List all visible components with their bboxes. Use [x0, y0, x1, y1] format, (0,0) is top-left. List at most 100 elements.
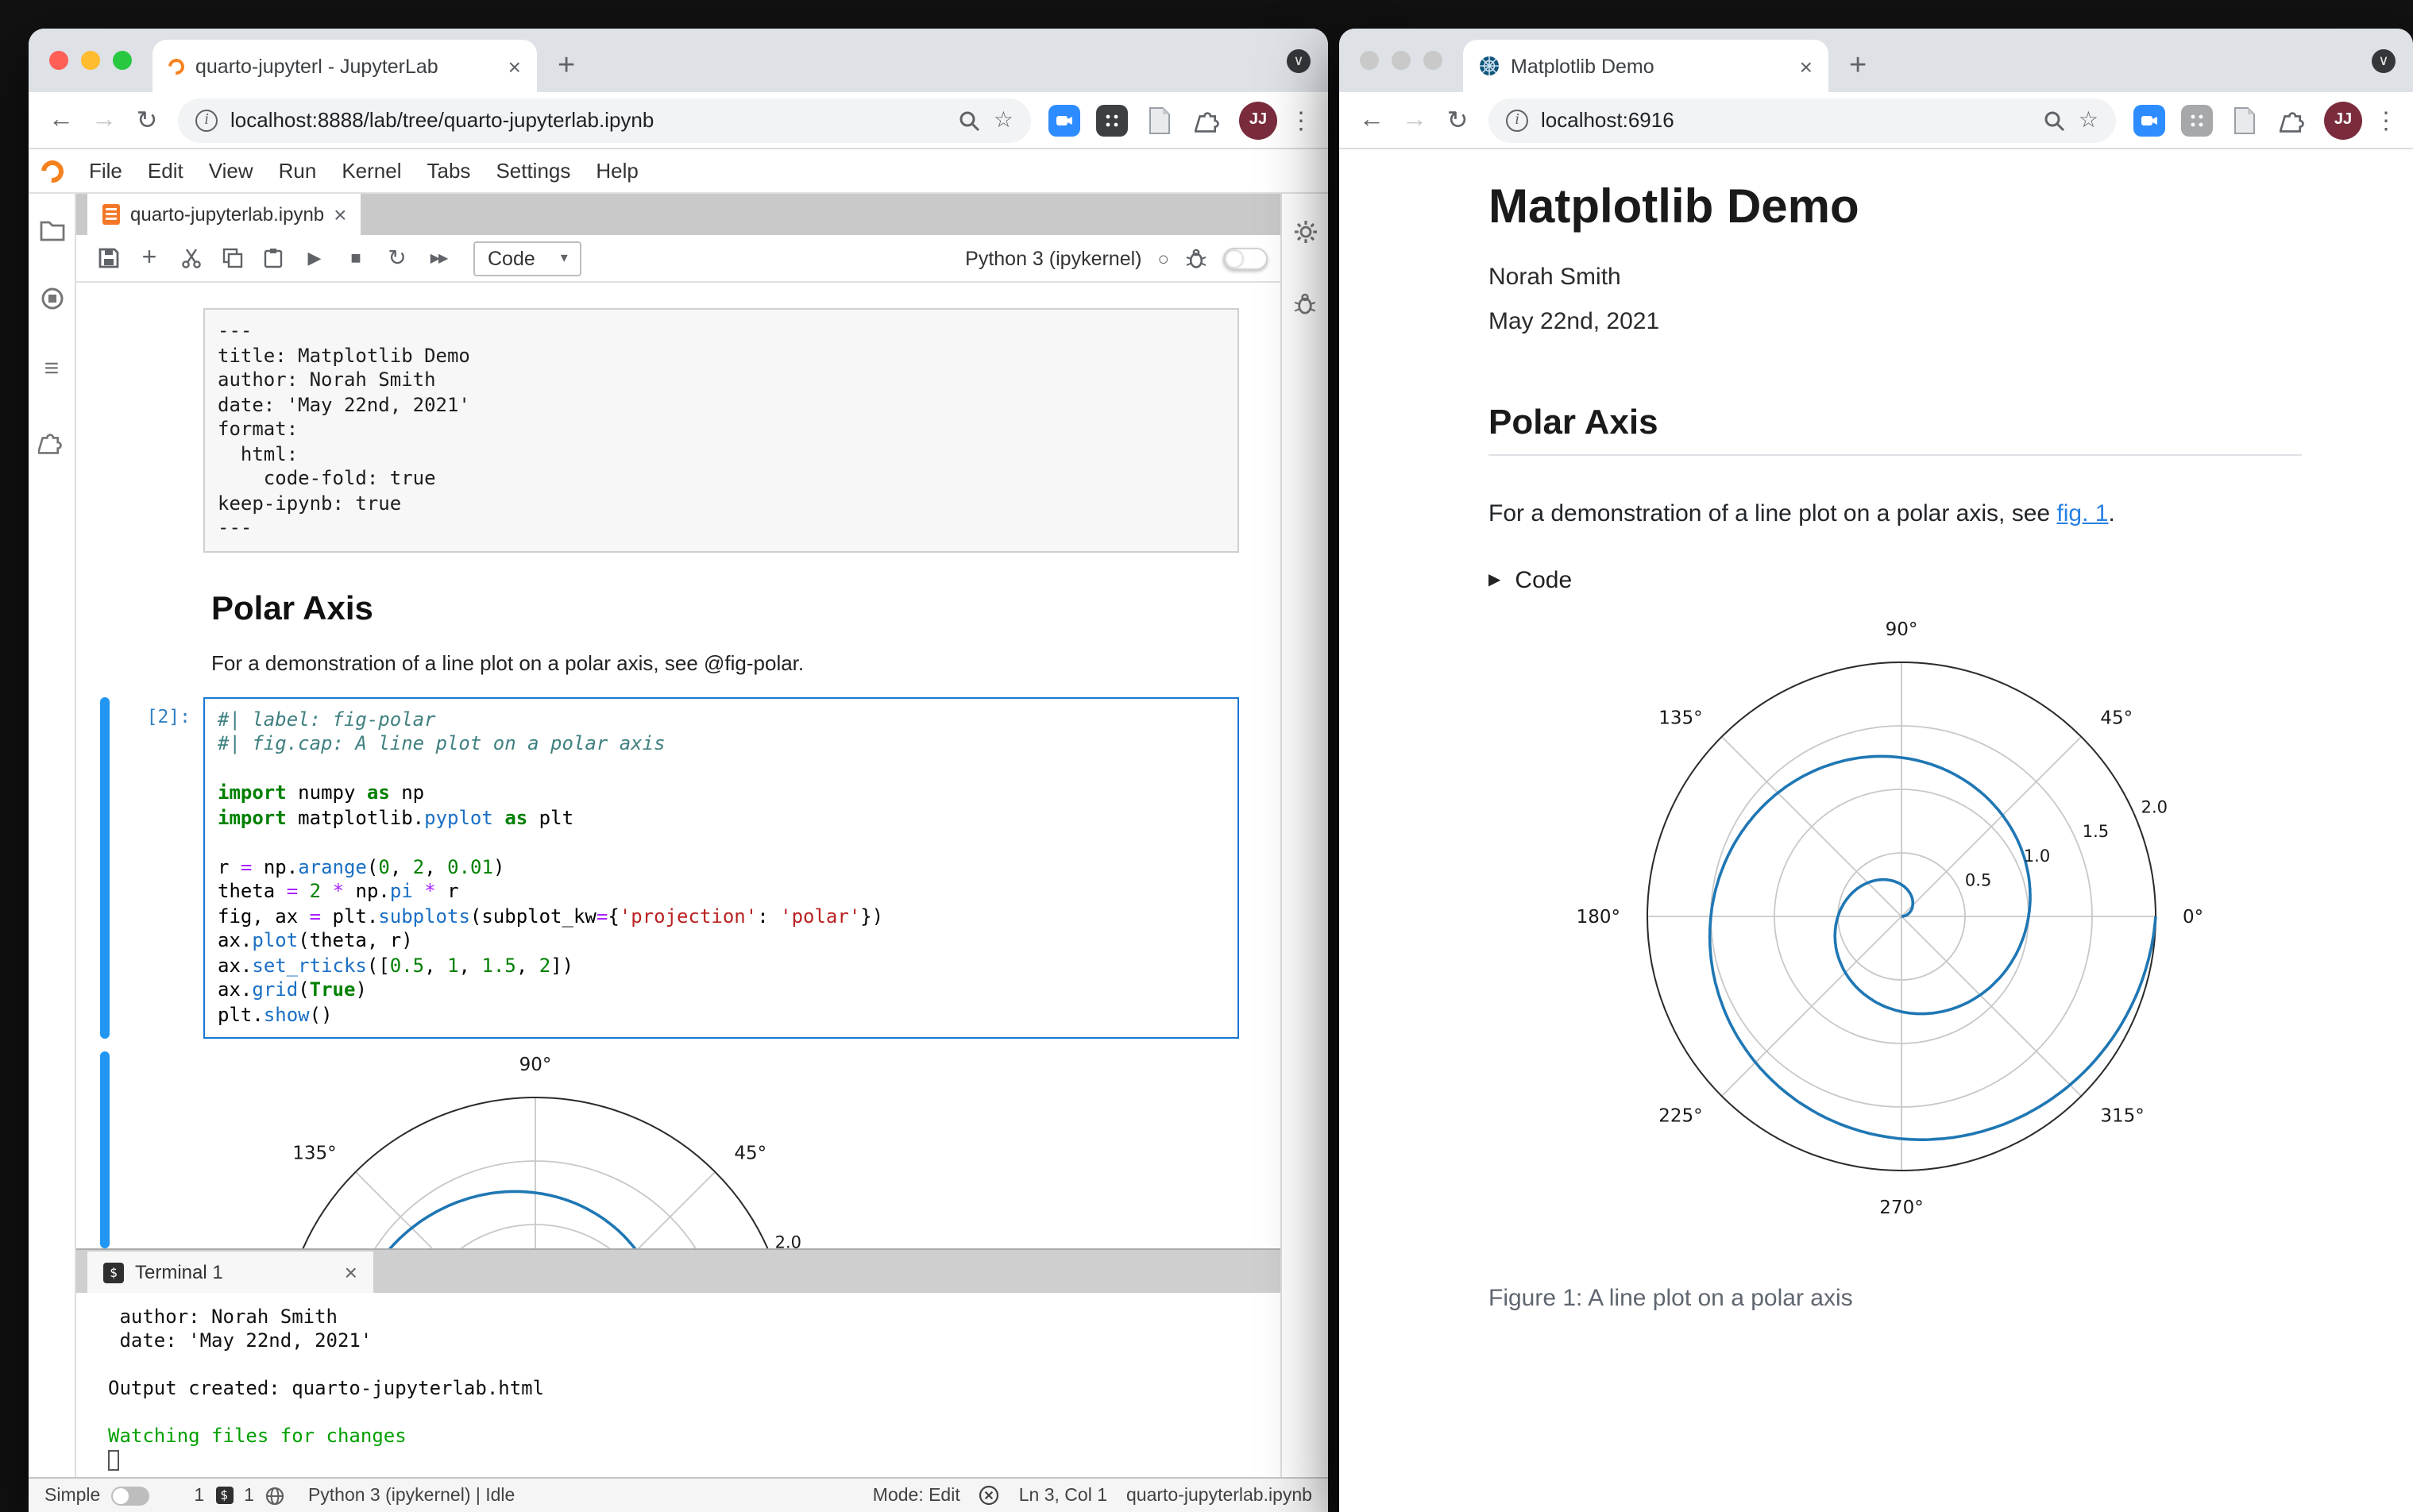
back-icon[interactable]: ← [43, 106, 79, 134]
new-tab-button[interactable]: + [558, 51, 575, 81]
close-notebook-tab-icon[interactable]: × [334, 203, 346, 226]
extension-dark-icon[interactable] [2179, 102, 2214, 137]
simple-mode-toggle[interactable] [111, 1486, 150, 1505]
figure-link[interactable]: fig. 1 [2056, 500, 2108, 527]
back-icon[interactable]: ← [1353, 106, 1390, 134]
search-icon[interactable] [959, 109, 981, 131]
address-bar[interactable]: i localhost:8888/lab/tree/quarto-jupyter… [178, 98, 1031, 142]
site-info-icon[interactable]: i [1506, 109, 1528, 131]
cursor-position[interactable]: Ln 3, Col 1 [1019, 1486, 1107, 1505]
address-bar[interactable]: i localhost:6916 ☆ [1488, 98, 2116, 142]
toolbar-toggle-switch[interactable] [1223, 247, 1268, 269]
page-title: Matplotlib Demo [1488, 181, 1859, 233]
file-browser-icon[interactable] [39, 219, 64, 241]
notebook-content[interactable]: --- title: Matplotlib Demo author: Norah S… [76, 283, 1280, 1248]
extension-manager-icon[interactable] [38, 429, 65, 456]
terminals-count[interactable]: 1 [194, 1486, 204, 1505]
url-text[interactable]: localhost:6916 [1541, 108, 2031, 132]
restart-kernel-button[interactable]: ↻ [378, 245, 416, 272]
close-tab-icon[interactable]: × [508, 55, 521, 77]
kernel-status-icon: ○ [1157, 247, 1170, 269]
url-text[interactable]: localhost:8888/lab/tree/quarto-jupyterla… [230, 108, 946, 132]
terminal-output[interactable]: author: Norah Smith date: 'May 22nd, 202… [76, 1293, 1280, 1477]
browser-tab-matplotlib-demo[interactable]: Matplotlib Demo × [1463, 40, 1828, 92]
kernel-name-button[interactable]: Python 3 (ipykernel) [965, 247, 1141, 269]
minimize-window-button[interactable] [1392, 51, 1411, 70]
new-tab-button[interactable]: + [1849, 51, 1867, 81]
tab-search-button[interactable]: ∨ [2372, 49, 2396, 73]
menu-edit[interactable]: Edit [135, 159, 196, 183]
close-window-button[interactable] [1360, 51, 1379, 70]
cut-cells-button[interactable] [172, 248, 210, 268]
code-cell-editor[interactable]: #| label: fig-polar #| fig.cap: A line pl… [203, 696, 1239, 1039]
menu-help[interactable]: Help [583, 159, 651, 183]
svg-text:225°: 225° [1658, 1105, 1702, 1126]
menu-settings[interactable]: Settings [483, 159, 583, 183]
disclosure-triangle-icon: ▶ [1488, 572, 1501, 589]
property-inspector-gear-icon[interactable] [1292, 219, 1318, 245]
paste-cells-button[interactable] [254, 248, 292, 268]
terminal-panel-tab-bar: $ Terminal 1 × [76, 1248, 1280, 1293]
debugger-bug-icon[interactable] [1293, 292, 1317, 316]
menu-file[interactable]: File [76, 159, 135, 183]
zoom-extension-icon[interactable] [1047, 102, 1082, 137]
profile-avatar[interactable]: JJ [2324, 101, 2362, 139]
window-titlebar[interactable]: Matplotlib Demo × + ∨ [1339, 29, 2413, 92]
raw-cell-editor[interactable]: --- title: Matplotlib Demo author: Norah S… [203, 308, 1239, 552]
browser-tab-jupyterlab[interactable]: quarto-jupyterl - JupyterLab × [153, 40, 537, 92]
tab-search-button[interactable]: ∨ [1287, 49, 1311, 73]
page-author: Norah Smith [1488, 264, 1621, 291]
terminal-tab[interactable]: $ Terminal 1 × [87, 1252, 373, 1293]
menu-view[interactable]: View [196, 159, 266, 183]
code-disclosure[interactable]: ▶ Code [1488, 567, 2302, 594]
forward-icon[interactable]: → [86, 106, 122, 134]
copy-cells-button[interactable] [213, 248, 251, 268]
site-info-icon[interactable]: i [195, 109, 218, 131]
menu-run[interactable]: Run [266, 159, 330, 183]
close-window-button[interactable] [49, 51, 68, 70]
minimize-window-button[interactable] [81, 51, 100, 70]
menu-kernel[interactable]: Kernel [329, 159, 414, 183]
notification-icon[interactable] [979, 1485, 1000, 1506]
markdown-cell[interactable]: Polar Axis For a demonstration of a line… [76, 552, 1280, 696]
search-icon[interactable] [2044, 109, 2066, 131]
zoom-window-button[interactable] [1423, 51, 1442, 70]
close-tab-icon[interactable]: × [1800, 55, 1813, 77]
window-titlebar[interactable]: quarto-jupyterl - JupyterLab × + ∨ [29, 29, 1328, 92]
cell-collapser[interactable] [100, 696, 110, 1039]
output-collapser[interactable] [100, 1051, 110, 1248]
add-cell-button[interactable]: + [130, 244, 168, 272]
close-terminal-tab-icon[interactable]: × [345, 1261, 357, 1283]
raw-line: author: Norah Smith [218, 368, 436, 391]
kernels-count[interactable]: 1 [244, 1486, 254, 1505]
puzzle-extensions-icon[interactable] [1190, 102, 1225, 137]
zoom-extension-icon[interactable] [2132, 102, 2167, 137]
notebook-tab[interactable]: quarto-jupyterlab.ipynb × [87, 194, 361, 235]
menu-tabs[interactable]: Tabs [415, 159, 484, 183]
reload-icon[interactable]: ↻ [129, 104, 165, 136]
table-of-contents-icon[interactable]: ≡ [44, 356, 60, 384]
cell-type-dropdown[interactable]: Code ▾ [473, 241, 582, 276]
forward-icon[interactable]: → [1396, 106, 1433, 134]
zoom-window-button[interactable] [113, 51, 132, 70]
bookmark-star-icon[interactable]: ☆ [2079, 106, 2098, 133]
quarto-rendered-page[interactable]: Matplotlib Demo Norah Smith May 22nd, 20… [1339, 149, 2413, 1512]
save-button[interactable] [89, 248, 127, 268]
profile-avatar[interactable]: JJ [1239, 101, 1277, 139]
bookmark-star-icon[interactable]: ☆ [994, 106, 1013, 133]
kernel-status-text[interactable]: Python 3 (ipykernel) | Idle [308, 1486, 515, 1505]
notes-extension-icon[interactable] [1142, 102, 1177, 137]
chrome-menu-icon[interactable]: ⋮ [1288, 106, 1314, 134]
reload-icon[interactable]: ↻ [1439, 104, 1476, 136]
running-kernels-icon[interactable] [39, 286, 64, 311]
bug-debugger-icon[interactable] [1185, 247, 1207, 269]
code-cell[interactable]: [2]: #| label: fig-polar #| fig.cap: A li… [76, 696, 1280, 1039]
notes-extension-icon[interactable] [2227, 102, 2262, 137]
extension-dark-icon[interactable] [1095, 102, 1129, 137]
chrome-menu-icon[interactable]: ⋮ [2373, 106, 2399, 134]
restart-run-all-button[interactable]: ▶▶ [419, 251, 458, 265]
puzzle-extensions-icon[interactable] [2275, 102, 2310, 137]
run-cell-button[interactable]: ▶ [295, 248, 334, 268]
raw-cell[interactable]: --- title: Matplotlib Demo author: Norah S… [76, 308, 1280, 552]
interrupt-kernel-button[interactable]: ■ [337, 249, 375, 268]
